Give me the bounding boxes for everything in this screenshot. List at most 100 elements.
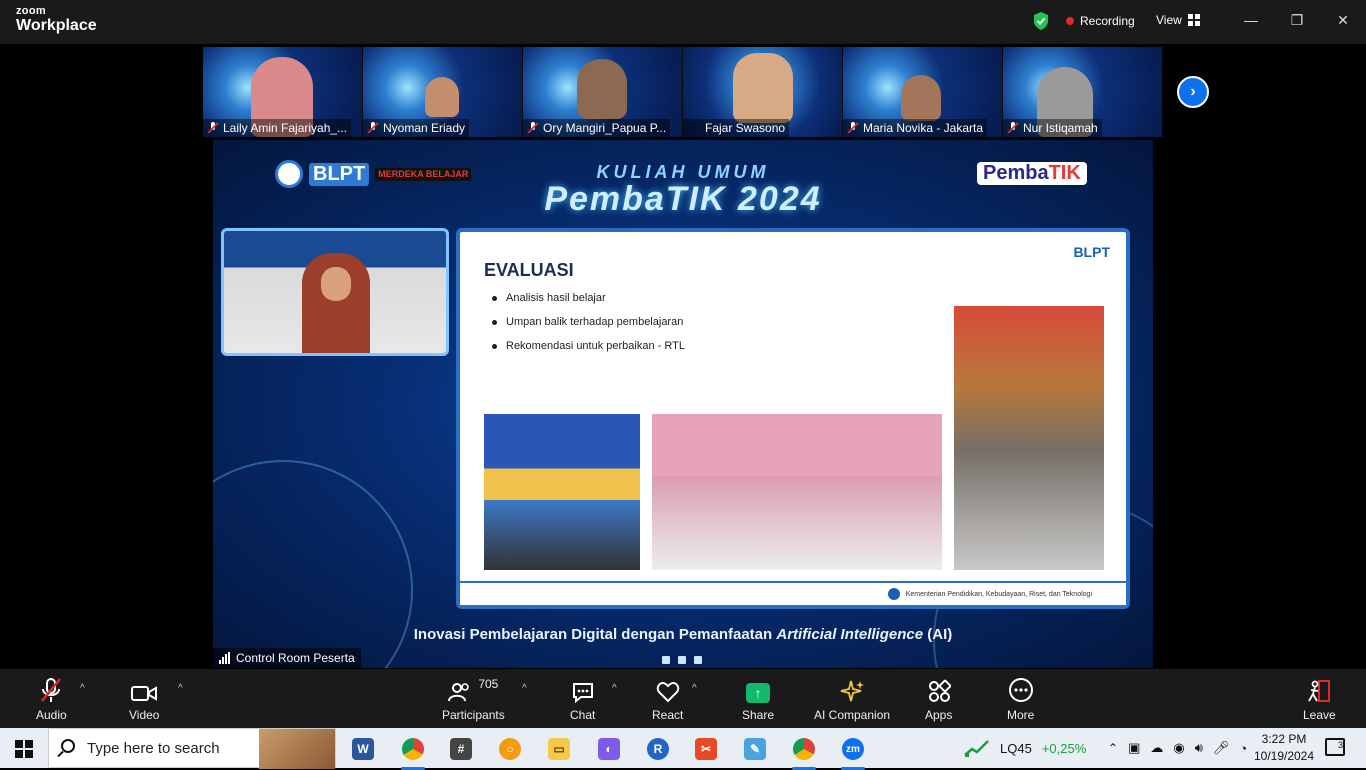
participant-tile[interactable]: Fajar Swasono [683, 47, 843, 137]
participant-label: Fajar Swasono [683, 119, 790, 137]
participant-label: Maria Novika - Jakarta [843, 119, 988, 137]
snip-icon[interactable]: ✂ [688, 734, 724, 764]
participant-tile[interactable]: Laily Amin Fajariyah_... [203, 47, 363, 137]
notification-center-icon[interactable]: 3 [1325, 738, 1345, 756]
paint-3d-icon[interactable]: ◐ [591, 734, 627, 764]
zoom-icon[interactable]: zm [835, 734, 871, 770]
speaker-video [221, 228, 449, 356]
mic-muted-icon [40, 677, 62, 703]
slide-footer: Kementerian Pendidikan, Kebudayaan, Rise… [460, 581, 1126, 605]
zoom-workplace-logo: zoom Workplace [16, 6, 97, 34]
taskbar-search-box[interactable]: Type here to search [48, 728, 336, 769]
mic-muted-icon [207, 122, 219, 134]
chat-bubble-icon [571, 677, 595, 703]
paint-icon[interactable]: ✎ [737, 734, 773, 764]
mic-muted-icon [527, 122, 539, 134]
main-video-stage[interactable]: BLPT MERDEKA BELAJAR KULIAH UMUM PembaTI… [213, 140, 1153, 668]
restore-button[interactable]: ❐ [1285, 10, 1309, 30]
participant-label: Ory Mangiri_Papua P... [523, 119, 671, 137]
slide-pager [662, 656, 702, 664]
more-label: More [1007, 708, 1035, 722]
slide-bullet: Umpan balik terhadap pembelajaran [492, 316, 685, 328]
participant-name: Laily Amin Fajariyah_... [223, 121, 348, 135]
pager-dot [678, 656, 686, 664]
share-label: Share [742, 708, 775, 722]
speaker-face [321, 267, 351, 301]
participants-button[interactable]: 705 Participants [442, 677, 505, 722]
search-app-icon[interactable]: ○ [492, 734, 528, 764]
audio-label: Audio [36, 708, 67, 722]
camera-icon[interactable]: ◉ [1173, 740, 1184, 756]
view-button[interactable]: View [1156, 13, 1200, 27]
audio-button[interactable]: Audio [36, 677, 67, 722]
tagline-text: Inovasi Pembelajaran Digital dengan Pema… [413, 626, 777, 643]
more-options-icon [1008, 677, 1034, 703]
participant-name: Fajar Swasono [705, 121, 786, 135]
taskbar-clock[interactable]: 3:22 PM 10/19/2024 [1245, 731, 1323, 765]
participant-tile[interactable]: Ory Mangiri_Papua P... [523, 47, 683, 137]
slide-bullet: Analisis hasil belajar [492, 292, 685, 304]
word-icon[interactable]: W [345, 734, 381, 764]
apps-button[interactable]: Apps [925, 677, 952, 722]
leave-button[interactable]: Leave [1303, 677, 1336, 722]
signal-bars-icon [219, 652, 230, 664]
pager-dot [662, 656, 670, 664]
participant-name: Nur Istiqamah [1023, 121, 1098, 135]
chevron-up-icon[interactable]: ⌃ [1108, 741, 1118, 755]
cloud-icon[interactable]: ☁ [1150, 740, 1163, 756]
device-icon[interactable]: ▣ [1128, 740, 1140, 756]
participants-label: Participants [442, 708, 505, 722]
react-options-caret[interactable]: ^ [692, 683, 697, 694]
participants-options-caret[interactable]: ^ [522, 683, 527, 694]
active-speaker-label: Control Room Peserta [213, 648, 361, 668]
chrome-icon[interactable] [395, 734, 431, 770]
video-button[interactable]: Video [129, 677, 159, 722]
title-bar: zoom Workplace Recording View — ❐ ✕ [0, 0, 1366, 44]
chat-options-caret[interactable]: ^ [612, 683, 617, 694]
more-button[interactable]: More [1007, 677, 1034, 722]
close-button[interactable]: ✕ [1331, 10, 1355, 30]
ministry-emblem-icon [887, 588, 900, 600]
event-title: PembaTIK 2024 [544, 180, 822, 218]
participant-name: Ory Mangiri_Papua P... [543, 121, 667, 135]
stock-chart-icon [964, 740, 989, 757]
brand-small: zoom [16, 5, 46, 17]
participant-tile[interactable]: Nyoman Eriady [363, 47, 523, 137]
pager-dot [694, 656, 702, 664]
participant-tile[interactable]: Nur Istiqamah [1003, 47, 1163, 137]
mic-muted-icon [847, 122, 859, 134]
react-button[interactable]: React [652, 677, 683, 722]
participant-video [425, 77, 459, 117]
participants-icon: 705 [448, 677, 498, 703]
participants-count: 705 [478, 677, 499, 691]
grid-view-icon [1187, 14, 1200, 26]
chrome-icon[interactable] [786, 734, 822, 770]
microphone-icon[interactable]: 🎤︎ [1213, 740, 1230, 756]
participant-name: Nyoman Eriady [383, 121, 466, 135]
recording-indicator[interactable]: Recording [1066, 14, 1135, 28]
leave-door-icon [1306, 677, 1332, 703]
minimize-button[interactable]: — [1239, 10, 1263, 30]
system-tray: ⌃ ▣ ☁ ◉ 🔊︎ 🎤︎ ◔ [1108, 728, 1247, 768]
react-label: React [652, 708, 684, 722]
audio-options-caret[interactable]: ^ [80, 683, 85, 694]
slide-footer-text: Kementerian Pendidikan, Kebudayaan, Rise… [905, 590, 1092, 598]
stock-widget[interactable]: LQ45 +0,25% [964, 739, 1086, 757]
next-participants-button[interactable]: › [1177, 76, 1209, 108]
participant-tile[interactable]: Maria Novika - Jakarta [843, 47, 1003, 137]
chat-button[interactable]: Chat [570, 677, 595, 722]
calculator-icon[interactable]: # [443, 734, 479, 764]
pembatik-logo-b: TIK [1048, 162, 1081, 184]
r-icon[interactable]: R [640, 734, 676, 764]
video-label: Video [129, 708, 160, 722]
volume-icon[interactable]: 🔊︎ [1195, 740, 1203, 756]
file-explorer-icon[interactable]: ▭ [541, 734, 577, 764]
ai-companion-button[interactable]: AI Companion [814, 677, 890, 722]
share-button[interactable]: ↑ Share [742, 677, 774, 722]
encryption-shield-icon[interactable] [1032, 11, 1050, 31]
participant-label: Nur Istiqamah [1003, 119, 1102, 137]
video-options-caret[interactable]: ^ [178, 683, 183, 694]
heart-icon [656, 677, 680, 703]
pembatik-logo: PembaTIK [977, 162, 1087, 185]
windows-start-icon[interactable] [15, 740, 33, 758]
